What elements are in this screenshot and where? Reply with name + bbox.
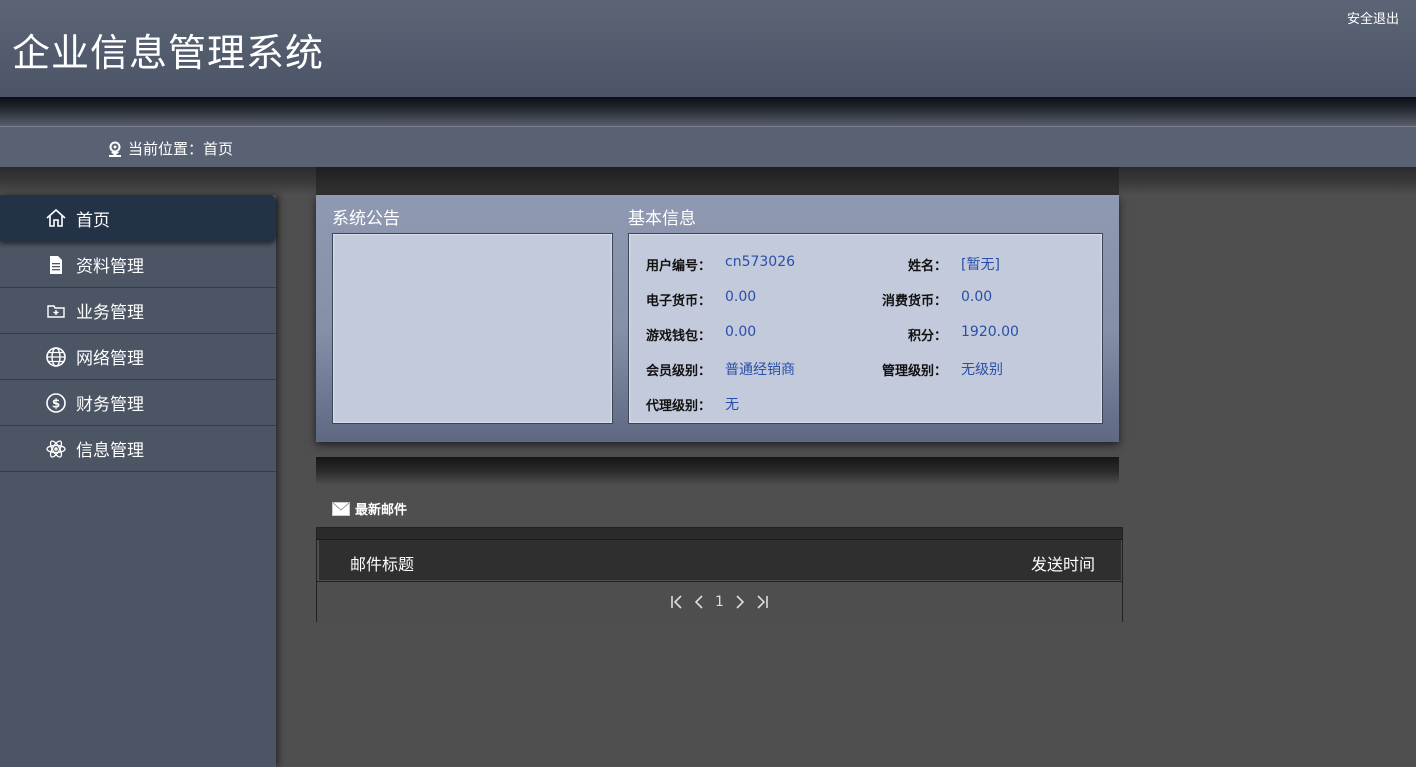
member-level-label: 会员级别： [645, 364, 711, 379]
globe-icon [45, 346, 67, 368]
panel-top-shade [316, 167, 1119, 195]
next-page-icon[interactable] [729, 591, 751, 613]
points-value: 1920.00 [961, 324, 1019, 340]
breadcrumb-bar: 当前位置：首页 [0, 126, 1416, 168]
game-wallet-value: 0.00 [725, 324, 757, 340]
envelope-icon [332, 501, 350, 516]
agent-level-value: 无 [725, 397, 739, 413]
header-shadow [0, 97, 1416, 127]
consume-currency-label: 消费货币： [881, 294, 947, 309]
member-level-value: 普通经销商 [725, 362, 795, 378]
name-label: 姓名： [907, 259, 947, 274]
svg-text:$: $ [52, 396, 60, 410]
dollar-circle-icon: $ [45, 392, 67, 414]
prev-page-icon[interactable] [688, 591, 710, 613]
folder-add-icon [45, 300, 67, 322]
column-header-time[interactable]: 发送时间 [1031, 551, 1095, 575]
breadcrumb-text: 当前位置：首页 [128, 140, 234, 158]
sidebar-item-label: 财务管理 [76, 395, 144, 415]
column-header-title[interactable]: 邮件标题 [350, 551, 414, 575]
sidebar-item-label: 业务管理 [76, 303, 144, 323]
basic-info-title: 基本信息 [628, 209, 696, 229]
mail-table-top [317, 528, 1122, 540]
mail-heading: 最新邮件 [332, 499, 407, 518]
sidebar-item-home[interactable]: 首页 [0, 195, 276, 241]
sidebar: 首页 资料管理 业务管理 网络管理 $ 财务管理 信息管理 [0, 195, 276, 767]
e-currency-value: 0.00 [725, 289, 757, 305]
game-wallet-label: 游戏钱包： [645, 329, 711, 344]
points-label: 积分： [907, 329, 947, 344]
sidebar-item-label: 首页 [76, 210, 110, 231]
basic-info-box: 用户编号： cn573026 姓名： [暂无] 电子货币： 0.00 消费货币：… [628, 233, 1103, 424]
sidebar-item-info[interactable]: 信息管理 [0, 426, 276, 472]
document-icon [45, 254, 67, 276]
pagination: 1 [317, 581, 1122, 622]
announcement-box [332, 233, 613, 424]
e-currency-label: 电子货币： [645, 294, 711, 309]
sidebar-item-label: 信息管理 [76, 441, 144, 461]
last-page-icon[interactable] [751, 591, 773, 613]
mail-heading-text: 最新邮件 [355, 503, 408, 518]
user-id-value: cn573026 [725, 254, 796, 270]
sidebar-item-label: 资料管理 [76, 257, 144, 277]
breadcrumb: 当前位置：首页 [108, 138, 233, 159]
consume-currency-value: 0.00 [961, 289, 993, 305]
sidebar-item-business[interactable]: 业务管理 [0, 288, 276, 334]
page-number[interactable]: 1 [715, 594, 724, 610]
location-pin-icon [109, 141, 121, 157]
sidebar-item-network[interactable]: 网络管理 [0, 334, 276, 380]
atom-icon [45, 438, 67, 460]
first-page-icon[interactable] [666, 591, 688, 613]
admin-level-label: 管理级别： [881, 364, 947, 379]
app-header: 企业信息管理系统 安全退出 [0, 0, 1416, 97]
sidebar-item-finance[interactable]: $ 财务管理 [0, 380, 276, 426]
sidebar-item-profile[interactable]: 资料管理 [0, 242, 276, 288]
admin-level-value: 无级别 [961, 362, 1003, 378]
agent-level-label: 代理级别： [645, 399, 711, 414]
user-id-label: 用户编号： [645, 259, 711, 274]
mail-table: 邮件标题 发送时间 1 [316, 527, 1123, 622]
mail-table-header: 邮件标题 发送时间 [319, 540, 1121, 580]
name-value: [暂无] [961, 257, 1000, 273]
logout-link[interactable]: 安全退出 [1347, 8, 1399, 27]
app-title: 企业信息管理系统 [12, 31, 325, 75]
announcement-title: 系统公告 [332, 209, 400, 229]
home-icon [45, 207, 67, 229]
dashboard-panel: 系统公告 基本信息 用户编号： cn573026 姓名： [暂无] 电子货币： … [316, 195, 1119, 442]
section-divider [316, 457, 1119, 485]
sidebar-item-label: 网络管理 [76, 349, 144, 369]
